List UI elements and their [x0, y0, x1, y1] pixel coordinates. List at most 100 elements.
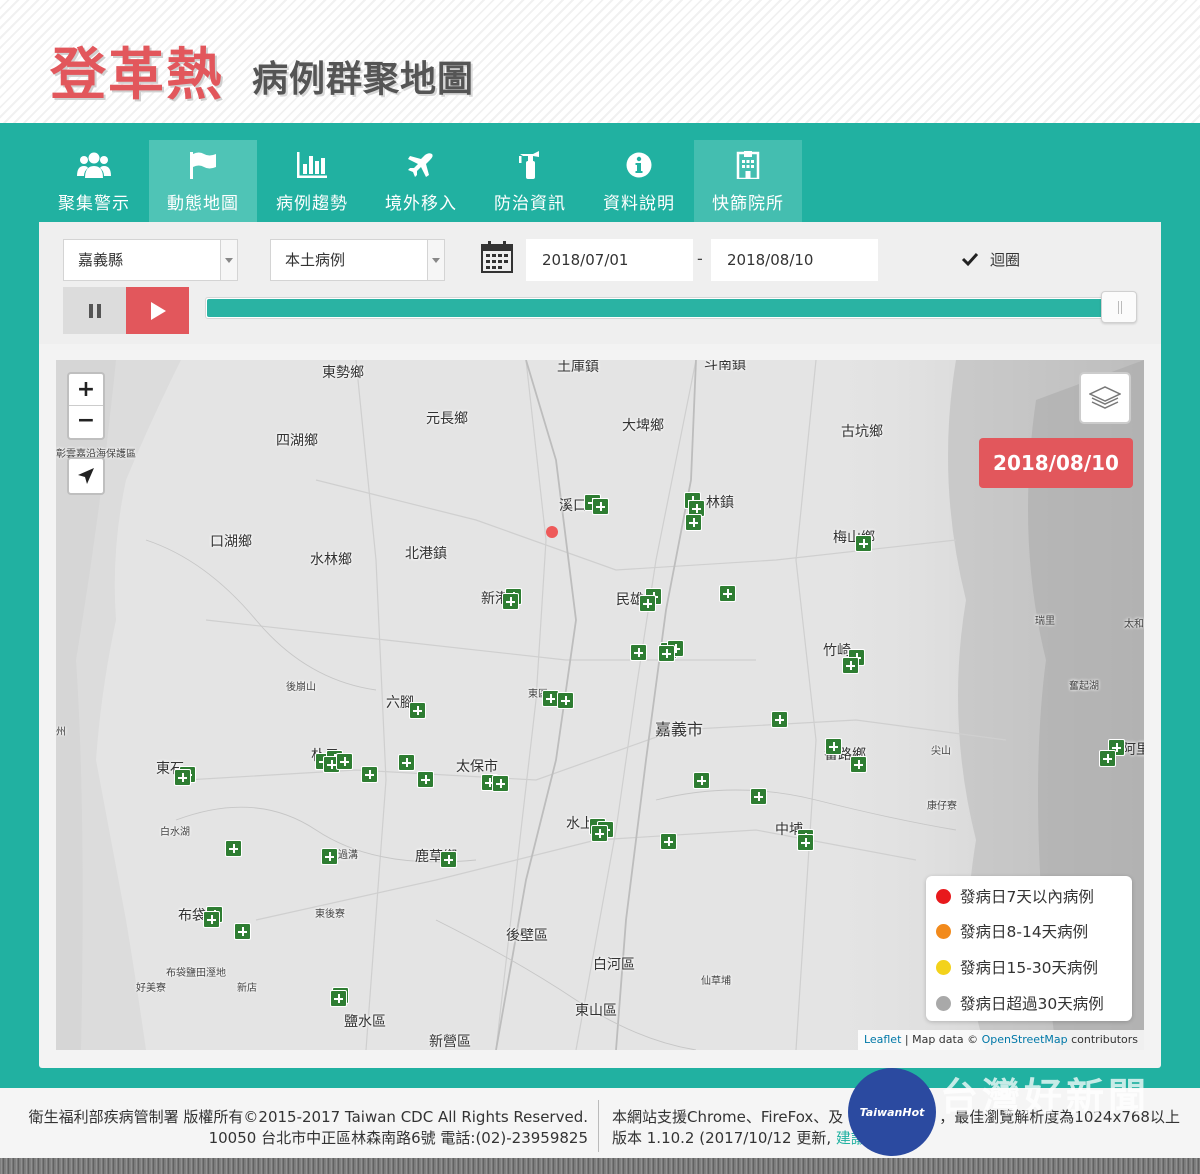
- timeline-slider[interactable]: [205, 297, 1120, 319]
- case-type-select[interactable]: 本土病例: [270, 239, 445, 281]
- play-icon: [150, 301, 166, 320]
- legend-item: 發病日7天以內病例: [936, 885, 1094, 907]
- case-marker[interactable]: [630, 644, 647, 661]
- case-marker[interactable]: [398, 754, 415, 771]
- zoom-in-button[interactable]: +: [69, 374, 103, 406]
- tab-label: 防治資訊: [494, 194, 566, 214]
- case-marker[interactable]: [771, 711, 788, 728]
- tab-prevention-info[interactable]: 防治資訊: [476, 140, 584, 222]
- layers-button[interactable]: [1079, 372, 1131, 424]
- case-marker[interactable]: [1099, 750, 1116, 767]
- case-marker[interactable]: [855, 535, 872, 552]
- county-select[interactable]: 嘉義縣: [63, 239, 238, 281]
- recent-case-dot[interactable]: [546, 526, 558, 538]
- case-marker[interactable]: [492, 775, 509, 792]
- case-marker[interactable]: [557, 692, 574, 709]
- tab-dynamic-map[interactable]: 動態地圖: [149, 140, 257, 222]
- legend-item: 發病日8-14天病例: [936, 920, 1088, 942]
- legend-dot: [936, 923, 951, 939]
- tab-data-description[interactable]: 資料說明: [585, 140, 693, 222]
- users-icon: [40, 150, 148, 180]
- tab-case-trend[interactable]: 病例趨勢: [258, 140, 366, 222]
- tab-cluster-alert[interactable]: 聚集警示: [40, 140, 148, 222]
- map-label: 溪口: [559, 498, 587, 514]
- map-label: 東勢鄉: [322, 365, 364, 381]
- start-date-input[interactable]: 2018/07/01: [526, 239, 693, 281]
- zoom-out-button[interactable]: −: [69, 406, 103, 438]
- case-marker[interactable]: [842, 657, 859, 674]
- case-marker[interactable]: [321, 848, 338, 865]
- case-marker[interactable]: [693, 772, 710, 789]
- case-marker[interactable]: [336, 753, 353, 770]
- map-label: 瑞里: [1035, 616, 1055, 627]
- end-date-input[interactable]: 2018/08/10: [711, 239, 878, 281]
- case-marker[interactable]: [685, 514, 702, 531]
- info-icon: [585, 150, 693, 180]
- play-button[interactable]: [126, 287, 189, 334]
- page-header: 登革熱 病例群聚地圖: [0, 0, 1200, 123]
- checkmark-icon: [961, 252, 979, 267]
- case-marker[interactable]: [174, 769, 191, 786]
- map-label: 嘉義市: [655, 720, 704, 739]
- case-marker[interactable]: [825, 738, 842, 755]
- map-label: 太和: [1124, 619, 1144, 630]
- page-title: 登革熱: [50, 43, 224, 108]
- tab-rapid-test-clinics[interactable]: 快篩院所: [694, 140, 802, 222]
- airplane-icon: [367, 150, 475, 180]
- pause-button[interactable]: [63, 287, 126, 334]
- map-label: 州: [56, 727, 66, 738]
- map-label: 仙草埔: [701, 976, 731, 987]
- case-marker[interactable]: [440, 851, 457, 868]
- layers-icon: [1089, 386, 1121, 409]
- legend-dot: [936, 995, 951, 1011]
- map-label: 布袋鹽田溼地: [166, 968, 226, 979]
- map-view[interactable]: 東勢鄉 土庫鎮 斗南鎮 元長鄉 四湖鄉 大埤鄉 古坑鄉 彰雲嘉沿海保護區 溪口 …: [56, 360, 1144, 1050]
- case-marker[interactable]: [502, 593, 519, 610]
- map-label: 東山區: [575, 1003, 617, 1019]
- map-label: 好美寮: [136, 983, 166, 994]
- case-marker[interactable]: [330, 990, 347, 1007]
- tab-imported-cases[interactable]: 境外移入: [367, 140, 475, 222]
- case-marker[interactable]: [409, 702, 426, 719]
- case-marker[interactable]: [591, 825, 608, 842]
- legend-label: 發病日7天以內病例: [960, 888, 1094, 906]
- case-marker[interactable]: [660, 833, 677, 850]
- leaflet-link[interactable]: Leaflet: [864, 1033, 901, 1046]
- case-marker[interactable]: [592, 498, 609, 515]
- map-label: 康仔寮: [927, 801, 957, 812]
- footer-browser-prefix: 本網站支援Chrome、FireFox、及: [612, 1108, 844, 1126]
- footer-address: 10050 台北市中正區林森南路6號 電話:(02)-23959825: [208, 1129, 588, 1147]
- map-label: 斗南鎮: [704, 360, 746, 373]
- case-marker[interactable]: [719, 585, 736, 602]
- map-label: 後崩山: [286, 682, 316, 693]
- case-marker[interactable]: [417, 771, 434, 788]
- tab-label: 資料說明: [603, 194, 675, 214]
- legend-dot: [936, 959, 951, 975]
- case-marker[interactable]: [658, 645, 675, 662]
- footer-divider: [598, 1100, 599, 1152]
- case-marker[interactable]: [639, 595, 656, 612]
- map-label: 奮起湖: [1069, 681, 1099, 692]
- map-label: 古坑鄉: [841, 424, 883, 440]
- watermark-text: 台灣好新聞: [940, 1075, 1151, 1119]
- map-legend: 發病日7天以內病例 發病日8-14天病例 發病日15-30天病例 發病日超過30…: [926, 876, 1132, 1021]
- map-label: 後壁區: [506, 928, 548, 944]
- case-marker[interactable]: [750, 788, 767, 805]
- footer-version: 版本 1.10.2 (2017/10/12 更新, 建議: [612, 1127, 866, 1148]
- legend-label: 發病日8-14天病例: [960, 923, 1089, 941]
- timeline-slider-handle[interactable]: [1101, 291, 1137, 323]
- case-type-select-value: 本土病例: [285, 251, 346, 269]
- calendar-icon[interactable]: [481, 241, 513, 277]
- map-label: 北港鎮: [405, 546, 447, 562]
- tab-label: 病例趨勢: [276, 194, 348, 214]
- case-marker[interactable]: [203, 911, 220, 928]
- case-marker[interactable]: [225, 840, 242, 857]
- locate-button[interactable]: [67, 457, 105, 495]
- osm-link[interactable]: OpenStreetMap: [982, 1033, 1068, 1046]
- case-marker[interactable]: [850, 756, 867, 773]
- case-marker[interactable]: [234, 923, 251, 940]
- case-marker[interactable]: [797, 834, 814, 851]
- case-marker[interactable]: [361, 766, 378, 783]
- loop-checkbox[interactable]: [961, 250, 979, 268]
- map-label: 水林鄉: [310, 552, 352, 568]
